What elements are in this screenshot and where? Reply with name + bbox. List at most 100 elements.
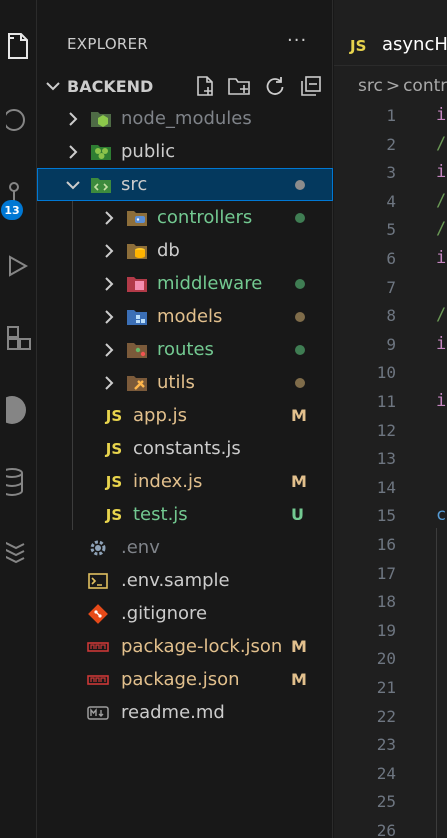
line-number: 11 <box>376 392 396 411</box>
breadcrumb-segment[interactable]: contr <box>403 76 447 96</box>
search-icon[interactable] <box>0 100 37 140</box>
collapse-all-icon[interactable] <box>299 74 323 98</box>
line-number: 6 <box>386 249 396 268</box>
workspace-section-header[interactable]: BACKEND <box>37 70 333 102</box>
js-file-icon: JS <box>350 37 367 55</box>
extensions-icon[interactable] <box>0 318 37 358</box>
git-status-badge: M <box>291 670 307 689</box>
explorer-sidebar: EXPLORER ··· BACKEND node_modules public s… <box>37 0 333 838</box>
line-number: 15 <box>376 506 396 526</box>
tab-label: asyncHa <box>382 34 447 55</box>
tree-item-src[interactable]: src <box>37 168 333 201</box>
db-folder-icon <box>126 240 148 262</box>
git-status-dot <box>295 345 305 355</box>
tree-item-label: package.json <box>121 669 240 690</box>
explorer-icon[interactable] <box>0 26 37 66</box>
git-status-badge: M <box>291 637 307 656</box>
js-label: JS <box>105 473 123 491</box>
node-folder-icon <box>90 108 112 130</box>
tree-item-env[interactable]: .env <box>37 531 333 564</box>
tree-item-constants-js[interactable]: JS constants.js <box>37 432 333 465</box>
workspace-title: BACKEND <box>67 77 154 96</box>
tree-item-controllers[interactable]: controllers <box>37 201 333 234</box>
src-folder-icon <box>90 174 112 196</box>
line-number: 7 <box>386 277 396 297</box>
tree-item-label: db <box>157 240 180 261</box>
tree-item-test-js[interactable]: JS test.js U <box>37 498 333 531</box>
public-folder-icon <box>90 141 112 163</box>
models-folder-icon <box>126 306 148 328</box>
line-number: 5 <box>386 220 396 240</box>
tree-item-label: node_modules <box>121 108 252 129</box>
code-line: i <box>436 391 447 411</box>
line-number: 19 <box>376 620 396 640</box>
tree-item-label: package-lock.json <box>121 636 283 657</box>
line-number: 3 <box>386 163 396 183</box>
line-number: 26 <box>376 821 396 838</box>
tree-item-label: public <box>121 141 176 162</box>
breadcrumb: src > contr <box>358 76 447 96</box>
tree-item-package-lock-json[interactable]: package-lock.json M <box>37 630 333 663</box>
tree-item-label: constants.js <box>133 438 241 459</box>
code-line: i <box>436 105 447 125</box>
gear-icon <box>87 537 109 559</box>
chevron-down-icon <box>65 177 81 197</box>
line-number: 16 <box>376 535 396 554</box>
new-file-icon[interactable] <box>193 74 217 98</box>
editor-tab[interactable]: JS asyncHa <box>334 0 447 66</box>
account-icon[interactable] <box>0 390 37 430</box>
code-indent-guide <box>436 528 437 838</box>
chevron-right-icon <box>101 243 117 263</box>
tree-item-label: .env.sample <box>121 570 230 591</box>
tree-item-label: index.js <box>133 471 203 492</box>
tree-item-index-js[interactable]: JS index.js M <box>37 465 333 498</box>
git-status-badge: M <box>291 472 307 491</box>
git-status-badge: U <box>291 505 304 524</box>
js-label: JS <box>105 440 123 458</box>
run-debug-icon[interactable] <box>0 246 37 286</box>
tree-item-label: middleware <box>157 273 263 294</box>
line-number: 13 <box>376 449 396 469</box>
tree-item-readme-md[interactable]: readme.md <box>37 696 333 729</box>
line-number: 8 <box>386 306 396 326</box>
js-label: JS <box>105 407 123 425</box>
breadcrumb-root[interactable]: src <box>358 76 383 96</box>
tree-item-db[interactable]: db <box>37 234 333 267</box>
tree-item-public[interactable]: public <box>37 135 333 168</box>
chevron-right-icon <box>65 144 81 164</box>
tree-item-node-modules[interactable]: node_modules <box>37 102 333 135</box>
tree-item-label: readme.md <box>121 702 225 723</box>
git-status-dot <box>295 180 305 190</box>
layers-icon[interactable] <box>0 530 37 570</box>
line-number: 12 <box>376 420 396 440</box>
database-icon[interactable] <box>0 462 37 502</box>
line-number: 22 <box>376 706 396 726</box>
tree-item-label: .env <box>121 537 160 558</box>
line-number: 23 <box>376 735 396 755</box>
tree-item-utils[interactable]: utils <box>37 366 333 399</box>
source-control-badge: 13 <box>1 200 23 220</box>
git-status-dot <box>295 279 305 289</box>
utils-folder-icon <box>126 372 148 394</box>
tree-item-routes[interactable]: routes <box>37 333 333 366</box>
tree-item-gitignore[interactable]: .gitignore <box>37 597 333 630</box>
more-actions-button[interactable]: ··· <box>287 30 307 51</box>
code-line: c <box>436 505 447 526</box>
tree-item-package-json[interactable]: package.json M <box>37 663 333 696</box>
tree-item-middleware[interactable]: middleware <box>37 267 333 300</box>
js-file-icon: JS <box>103 405 125 427</box>
tree-item-app-js[interactable]: JS app.js M <box>37 399 333 432</box>
js-label: JS <box>105 506 123 524</box>
tree-item-label: src <box>121 174 148 195</box>
controllers-folder-icon <box>126 207 148 229</box>
routes-folder-icon <box>126 339 148 361</box>
line-number: 25 <box>376 792 396 812</box>
tree-item-models[interactable]: models <box>37 300 333 333</box>
activity-bar: 13 <box>0 0 37 838</box>
new-folder-icon[interactable] <box>227 74 251 98</box>
refresh-icon[interactable] <box>263 74 287 98</box>
middleware-folder-icon <box>126 273 148 295</box>
tree-item-env-sample[interactable]: .env.sample <box>37 564 333 597</box>
git-status-dot <box>295 312 305 322</box>
line-number: 4 <box>386 191 396 211</box>
